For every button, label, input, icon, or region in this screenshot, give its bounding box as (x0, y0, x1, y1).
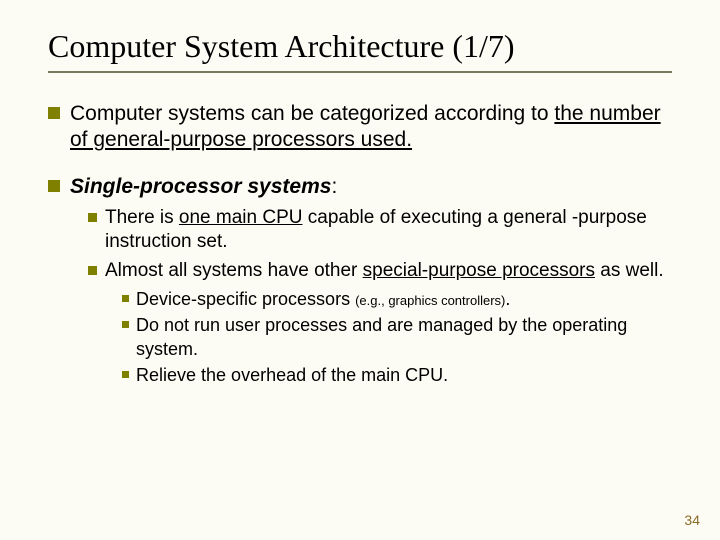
text-bold-italic: Single-processor systems (70, 175, 331, 198)
text-fragment: There is (105, 207, 179, 228)
bullet-2-notes: Device-specific processors (e.g., graphi… (122, 288, 672, 388)
note-3-text: Relieve the overhead of the main CPU. (136, 364, 672, 387)
square-bullet-icon (48, 107, 60, 119)
bullet-2: Single-processor systems: There is one m… (48, 174, 672, 388)
text-fragment: as well. (595, 260, 664, 281)
bullet-1: Computer systems can be categorized acco… (48, 101, 672, 154)
square-bullet-icon (122, 371, 129, 378)
sub-bullet-2: Almost all systems have other special-pu… (88, 259, 672, 284)
text-small: (e.g., graphics controllers) (355, 293, 505, 308)
square-bullet-icon (88, 213, 97, 222)
text-fragment: : (331, 175, 337, 198)
square-bullet-icon (88, 266, 97, 275)
note-3: Relieve the overhead of the main CPU. (122, 364, 672, 387)
title-underline (48, 71, 672, 73)
text-fragment: . (505, 289, 510, 309)
note-1-text: Device-specific processors (e.g., graphi… (136, 288, 672, 311)
bullet-2-sublist: There is one main CPU capable of executi… (88, 206, 672, 388)
sub-bullet-2-text: Almost all systems have other special-pu… (105, 259, 672, 284)
bullet-2-heading: Single-processor systems: (70, 174, 672, 200)
square-bullet-icon (48, 180, 60, 192)
slide: Computer System Architecture (1/7) Compu… (0, 0, 720, 540)
bullet-1-text: Computer systems can be categorized acco… (70, 101, 672, 154)
note-1: Device-specific processors (e.g., graphi… (122, 288, 672, 311)
square-bullet-icon (122, 295, 129, 302)
text-underlined: special-purpose processors (363, 260, 595, 281)
text-fragment: Computer systems can be categorized acco… (70, 102, 554, 125)
page-number: 34 (684, 512, 700, 528)
slide-title: Computer System Architecture (1/7) (48, 28, 672, 65)
square-bullet-icon (122, 321, 129, 328)
note-2: Do not run user processes and are manage… (122, 314, 672, 361)
text-underlined: one main CPU (179, 207, 303, 228)
text-fragment: Almost all systems have other (105, 260, 363, 281)
text-fragment: Device-specific processors (136, 289, 355, 309)
sub-bullet-1-text: There is one main CPU capable of executi… (105, 206, 672, 255)
sub-bullet-1: There is one main CPU capable of executi… (88, 206, 672, 255)
note-2-text: Do not run user processes and are manage… (136, 314, 672, 361)
